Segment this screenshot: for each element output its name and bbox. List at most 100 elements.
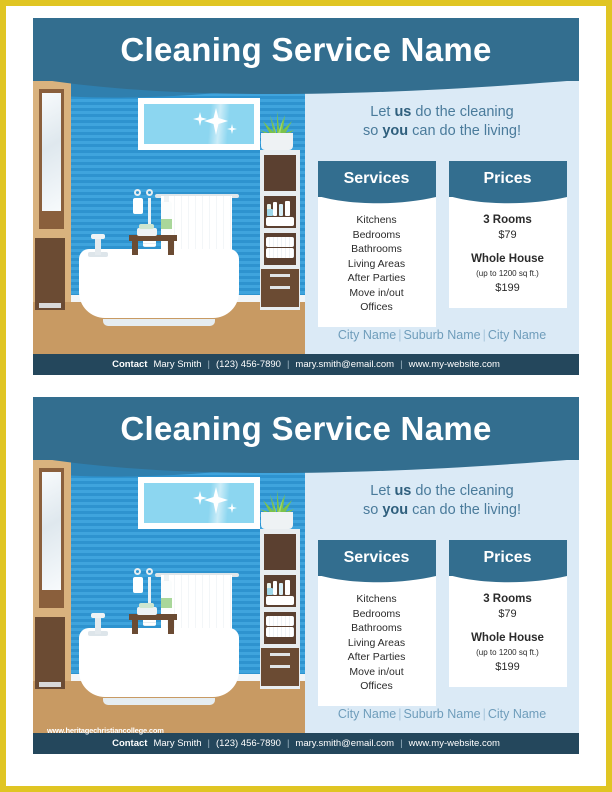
shelf-unit (260, 150, 300, 310)
price-entry-name: 3 Rooms (483, 593, 532, 605)
services-card: Services Kitchens Bedrooms Bathrooms Liv… (317, 161, 436, 327)
prices-card: Prices 3 Rooms $79 Whole House (up to 12… (448, 540, 567, 706)
window (138, 98, 260, 150)
tagline-l1-post: do the cleaning (411, 104, 514, 120)
towel-stack (266, 248, 294, 258)
contact-email[interactable]: mary.smith@email.com (295, 359, 394, 370)
cards-row: Services Kitchens Bedrooms Bathrooms Liv… (305, 161, 579, 327)
city-item: Suburb Name (403, 707, 481, 721)
contact-label: Contact (112, 738, 148, 749)
tagline-l2-bold: you (382, 123, 409, 139)
info-panel: Let us do the cleaning so you can do the… (305, 81, 579, 354)
contact-website[interactable]: www.my-website.com (409, 738, 500, 749)
shelf-compartment-lower (264, 233, 296, 265)
soap-icon (137, 228, 157, 236)
contact-separator: | (286, 738, 290, 749)
contact-separator: | (400, 359, 403, 370)
prices-card-header: Prices (448, 161, 567, 204)
bottle-icon (273, 202, 277, 216)
wooden-stool (129, 196, 177, 255)
spray-bottle-icon (133, 577, 143, 593)
hook-icon (134, 568, 141, 575)
prices-card: Prices 3 Rooms $79 Whole House (up to 12… (448, 161, 567, 327)
soap-icon (139, 224, 154, 229)
tagline: Let us do the cleaning so you can do the… (305, 103, 579, 141)
bottle-icon (273, 581, 277, 595)
shelf-compartment-top (264, 155, 296, 191)
card-wave-icon (448, 575, 567, 583)
list-item: Bathrooms (351, 622, 402, 634)
contact-email[interactable]: mary.smith@email.com (295, 738, 394, 749)
contact-website[interactable]: www.my-website.com (409, 359, 500, 370)
window-glass (144, 104, 254, 144)
page-canvas: Cleaning Service Name Let us do the clea… (0, 0, 612, 792)
list-item: Offices (360, 301, 393, 313)
city-separator: | (482, 707, 486, 721)
bathroom-illustration (33, 460, 305, 733)
bottle-icon (279, 583, 283, 595)
tagline-l1-pre: Let (370, 483, 395, 499)
contact-name: Mary Smith (153, 738, 202, 749)
city-item: City Name (337, 328, 397, 342)
towel-stack (266, 627, 294, 637)
tagline-l1-pre: Let (370, 104, 395, 120)
info-panel: Let us do the cleaning so you can do the… (305, 460, 579, 733)
prices-heading: Prices (483, 549, 532, 566)
plant-icon (260, 490, 294, 515)
contact-separator: | (207, 738, 210, 749)
low-cabinet (35, 617, 65, 689)
cities-line: City Name | Suburb Name | City Name (305, 707, 579, 721)
shampoo-bottle-icon (161, 201, 172, 235)
wooden-stool (129, 575, 177, 634)
shelf-compartment-middle (264, 196, 296, 228)
faucet (95, 616, 101, 634)
shelf-drawers (261, 269, 299, 307)
hook-icon (146, 568, 153, 575)
cities-line: City Name | Suburb Name | City Name (305, 328, 579, 342)
contact-phone[interactable]: (123) 456-7890 (216, 359, 281, 370)
price-entry-name: 3 Rooms (483, 214, 532, 226)
flyer-body: Let us do the cleaning so you can do the… (33, 460, 579, 733)
bottle-icon (285, 580, 290, 595)
cards-row: Services Kitchens Bedrooms Bathrooms Liv… (305, 540, 579, 706)
price-entry-value: $199 (495, 661, 520, 673)
list-item: Move in/out (349, 665, 404, 678)
services-card-header: Services (317, 540, 436, 583)
list-item: Offices (360, 680, 393, 692)
drawer-handle-icon (270, 653, 290, 656)
list-item: Kitchens (356, 214, 397, 226)
tub-base (103, 319, 215, 326)
price-entry-value: $79 (498, 228, 517, 241)
stool-leg (168, 620, 174, 634)
prices-heading: Prices (483, 170, 532, 187)
contact-phone[interactable]: (123) 456-7890 (216, 738, 281, 749)
towel-stack (266, 237, 294, 247)
card-wave-icon (317, 196, 436, 204)
list-item: After Parties (347, 272, 406, 284)
tub-base (103, 698, 215, 705)
bottle-icon (285, 201, 290, 216)
hook-icon (146, 189, 153, 196)
hook-icon (134, 189, 141, 196)
city-separator: | (482, 328, 486, 342)
flyer-body: Let us do the cleaning so you can do the… (33, 81, 579, 354)
tagline-l1-post: do the cleaning (411, 483, 514, 499)
city-item: City Name (487, 707, 547, 721)
tagline-l1-bold: us (394, 104, 412, 120)
flyer-card: Cleaning Service Name Let us do the clea… (33, 18, 579, 375)
list-item: After Parties (347, 651, 406, 663)
list-item: Living Areas (347, 636, 406, 649)
services-list: Kitchens Bedrooms Bathrooms Living Areas… (317, 197, 436, 327)
header-wave-icon (33, 78, 579, 95)
price-entry-name: Whole House (471, 632, 544, 644)
price-entry-note: (up to 1200 sq ft.) (476, 268, 539, 278)
city-item: City Name (337, 707, 397, 721)
prices-list: 3 Rooms $79 Whole House (up to 1200 sq f… (448, 576, 567, 687)
plant-pot (261, 133, 293, 150)
tagline-line-1: Let us do the cleaning (305, 482, 579, 501)
services-heading: Services (343, 549, 410, 566)
towel-stack (266, 596, 294, 605)
tagline: Let us do the cleaning so you can do the… (305, 482, 579, 520)
shelf-unit (260, 529, 300, 689)
drawer-handle-icon (270, 665, 290, 668)
